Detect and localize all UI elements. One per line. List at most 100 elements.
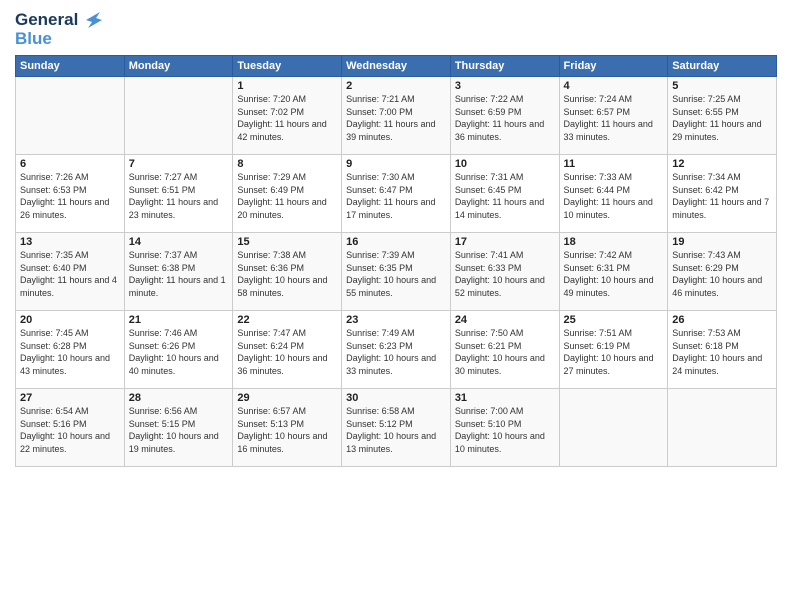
calendar-table: SundayMondayTuesdayWednesdayThursdayFrid…	[15, 55, 777, 467]
day-info: Sunrise: 7:30 AM Sunset: 6:47 PM Dayligh…	[346, 171, 446, 221]
day-info: Sunrise: 6:57 AM Sunset: 5:13 PM Dayligh…	[237, 405, 337, 455]
day-cell: 17Sunrise: 7:41 AM Sunset: 6:33 PM Dayli…	[450, 233, 559, 311]
day-cell: 12Sunrise: 7:34 AM Sunset: 6:42 PM Dayli…	[668, 155, 777, 233]
day-cell: 24Sunrise: 7:50 AM Sunset: 6:21 PM Dayli…	[450, 311, 559, 389]
day-info: Sunrise: 6:56 AM Sunset: 5:15 PM Dayligh…	[129, 405, 229, 455]
day-info: Sunrise: 6:54 AM Sunset: 5:16 PM Dayligh…	[20, 405, 120, 455]
day-number: 20	[20, 314, 120, 326]
week-row-3: 20Sunrise: 7:45 AM Sunset: 6:28 PM Dayli…	[16, 311, 777, 389]
week-row-1: 6Sunrise: 7:26 AM Sunset: 6:53 PM Daylig…	[16, 155, 777, 233]
day-info: Sunrise: 7:47 AM Sunset: 6:24 PM Dayligh…	[237, 327, 337, 377]
day-cell: 7Sunrise: 7:27 AM Sunset: 6:51 PM Daylig…	[124, 155, 233, 233]
week-row-0: 1Sunrise: 7:20 AM Sunset: 7:02 PM Daylig…	[16, 77, 777, 155]
day-cell: 28Sunrise: 6:56 AM Sunset: 5:15 PM Dayli…	[124, 389, 233, 467]
day-cell: 16Sunrise: 7:39 AM Sunset: 6:35 PM Dayli…	[342, 233, 451, 311]
day-cell: 10Sunrise: 7:31 AM Sunset: 6:45 PM Dayli…	[450, 155, 559, 233]
day-cell: 11Sunrise: 7:33 AM Sunset: 6:44 PM Dayli…	[559, 155, 668, 233]
day-info: Sunrise: 7:20 AM Sunset: 7:02 PM Dayligh…	[237, 93, 337, 143]
day-info: Sunrise: 7:50 AM Sunset: 6:21 PM Dayligh…	[455, 327, 555, 377]
day-number: 2	[346, 80, 446, 92]
day-number: 4	[564, 80, 664, 92]
day-info: Sunrise: 7:51 AM Sunset: 6:19 PM Dayligh…	[564, 327, 664, 377]
day-cell: 31Sunrise: 7:00 AM Sunset: 5:10 PM Dayli…	[450, 389, 559, 467]
day-info: Sunrise: 7:42 AM Sunset: 6:31 PM Dayligh…	[564, 249, 664, 299]
day-info: Sunrise: 7:29 AM Sunset: 6:49 PM Dayligh…	[237, 171, 337, 221]
day-number: 19	[672, 236, 772, 248]
header-wednesday: Wednesday	[342, 56, 451, 77]
header: General Blue	[15, 10, 777, 49]
day-number: 24	[455, 314, 555, 326]
header-sunday: Sunday	[16, 56, 125, 77]
logo-blue: Blue	[15, 29, 107, 49]
day-info: Sunrise: 7:27 AM Sunset: 6:51 PM Dayligh…	[129, 171, 229, 221]
day-number: 9	[346, 158, 446, 170]
day-cell: 18Sunrise: 7:42 AM Sunset: 6:31 PM Dayli…	[559, 233, 668, 311]
day-number: 18	[564, 236, 664, 248]
day-number: 21	[129, 314, 229, 326]
day-info: Sunrise: 6:58 AM Sunset: 5:12 PM Dayligh…	[346, 405, 446, 455]
day-info: Sunrise: 7:46 AM Sunset: 6:26 PM Dayligh…	[129, 327, 229, 377]
week-row-4: 27Sunrise: 6:54 AM Sunset: 5:16 PM Dayli…	[16, 389, 777, 467]
day-number: 3	[455, 80, 555, 92]
day-number: 1	[237, 80, 337, 92]
day-number: 8	[237, 158, 337, 170]
day-number: 14	[129, 236, 229, 248]
day-info: Sunrise: 7:39 AM Sunset: 6:35 PM Dayligh…	[346, 249, 446, 299]
day-info: Sunrise: 7:34 AM Sunset: 6:42 PM Dayligh…	[672, 171, 772, 221]
header-tuesday: Tuesday	[233, 56, 342, 77]
calendar-body: 1Sunrise: 7:20 AM Sunset: 7:02 PM Daylig…	[16, 77, 777, 467]
day-number: 7	[129, 158, 229, 170]
day-cell: 8Sunrise: 7:29 AM Sunset: 6:49 PM Daylig…	[233, 155, 342, 233]
day-cell: 19Sunrise: 7:43 AM Sunset: 6:29 PM Dayli…	[668, 233, 777, 311]
header-monday: Monday	[124, 56, 233, 77]
day-cell: 30Sunrise: 6:58 AM Sunset: 5:12 PM Dayli…	[342, 389, 451, 467]
day-info: Sunrise: 7:38 AM Sunset: 6:36 PM Dayligh…	[237, 249, 337, 299]
day-cell	[16, 77, 125, 155]
day-number: 23	[346, 314, 446, 326]
header-friday: Friday	[559, 56, 668, 77]
day-info: Sunrise: 7:49 AM Sunset: 6:23 PM Dayligh…	[346, 327, 446, 377]
header-saturday: Saturday	[668, 56, 777, 77]
day-number: 10	[455, 158, 555, 170]
day-cell: 21Sunrise: 7:46 AM Sunset: 6:26 PM Dayli…	[124, 311, 233, 389]
day-number: 27	[20, 392, 120, 404]
day-cell: 26Sunrise: 7:53 AM Sunset: 6:18 PM Dayli…	[668, 311, 777, 389]
day-number: 6	[20, 158, 120, 170]
day-cell: 4Sunrise: 7:24 AM Sunset: 6:57 PM Daylig…	[559, 77, 668, 155]
day-cell: 23Sunrise: 7:49 AM Sunset: 6:23 PM Dayli…	[342, 311, 451, 389]
day-number: 30	[346, 392, 446, 404]
day-cell: 22Sunrise: 7:47 AM Sunset: 6:24 PM Dayli…	[233, 311, 342, 389]
day-info: Sunrise: 7:43 AM Sunset: 6:29 PM Dayligh…	[672, 249, 772, 299]
day-number: 28	[129, 392, 229, 404]
day-number: 25	[564, 314, 664, 326]
day-info: Sunrise: 7:35 AM Sunset: 6:40 PM Dayligh…	[20, 249, 120, 299]
day-cell	[668, 389, 777, 467]
day-cell: 15Sunrise: 7:38 AM Sunset: 6:36 PM Dayli…	[233, 233, 342, 311]
day-number: 17	[455, 236, 555, 248]
day-info: Sunrise: 7:31 AM Sunset: 6:45 PM Dayligh…	[455, 171, 555, 221]
day-number: 13	[20, 236, 120, 248]
day-cell: 27Sunrise: 6:54 AM Sunset: 5:16 PM Dayli…	[16, 389, 125, 467]
week-row-2: 13Sunrise: 7:35 AM Sunset: 6:40 PM Dayli…	[16, 233, 777, 311]
day-cell: 2Sunrise: 7:21 AM Sunset: 7:00 PM Daylig…	[342, 77, 451, 155]
calendar-header-row: SundayMondayTuesdayWednesdayThursdayFrid…	[16, 56, 777, 77]
day-number: 31	[455, 392, 555, 404]
day-number: 15	[237, 236, 337, 248]
logo-icon	[84, 10, 106, 32]
day-cell	[559, 389, 668, 467]
day-cell: 9Sunrise: 7:30 AM Sunset: 6:47 PM Daylig…	[342, 155, 451, 233]
header-thursday: Thursday	[450, 56, 559, 77]
logo: General Blue	[15, 10, 107, 49]
day-cell: 25Sunrise: 7:51 AM Sunset: 6:19 PM Dayli…	[559, 311, 668, 389]
day-cell: 13Sunrise: 7:35 AM Sunset: 6:40 PM Dayli…	[16, 233, 125, 311]
day-info: Sunrise: 7:00 AM Sunset: 5:10 PM Dayligh…	[455, 405, 555, 455]
day-cell: 1Sunrise: 7:20 AM Sunset: 7:02 PM Daylig…	[233, 77, 342, 155]
day-info: Sunrise: 7:22 AM Sunset: 6:59 PM Dayligh…	[455, 93, 555, 143]
day-info: Sunrise: 7:53 AM Sunset: 6:18 PM Dayligh…	[672, 327, 772, 377]
day-number: 5	[672, 80, 772, 92]
day-info: Sunrise: 7:37 AM Sunset: 6:38 PM Dayligh…	[129, 249, 229, 299]
day-cell: 14Sunrise: 7:37 AM Sunset: 6:38 PM Dayli…	[124, 233, 233, 311]
day-info: Sunrise: 7:21 AM Sunset: 7:00 PM Dayligh…	[346, 93, 446, 143]
day-info: Sunrise: 7:33 AM Sunset: 6:44 PM Dayligh…	[564, 171, 664, 221]
day-number: 16	[346, 236, 446, 248]
